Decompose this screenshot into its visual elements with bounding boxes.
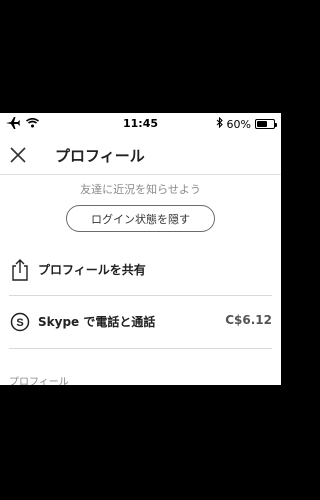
app-screen: 11:45 60% プロフィール 友達に近況を知らせよう ログイン状態を隠す プ… [0, 113, 281, 385]
skype-calling-row[interactable]: S Skype で電話と通話 C$6.12 [0, 296, 281, 348]
share-profile-label: プロフィールを共有 [38, 263, 146, 277]
status-right: 60% [216, 116, 277, 131]
section-label: プロフィール [9, 377, 69, 385]
svg-text:S: S [16, 317, 23, 329]
share-profile-row[interactable]: プロフィールを共有 [0, 244, 281, 296]
battery-icon [255, 119, 277, 129]
bluetooth-icon [216, 116, 223, 131]
battery-fill [257, 121, 267, 127]
nav-header: プロフィール [0, 135, 281, 175]
status-bar: 11:45 60% [0, 113, 281, 135]
close-icon[interactable] [8, 145, 28, 165]
status-hint: 友達に近況を知らせよう [80, 183, 201, 196]
skype-icon: S [10, 310, 30, 334]
skype-credit-value: C$6.12 [225, 313, 272, 327]
skype-calling-label: Skype で電話と通話 [38, 315, 156, 329]
battery-percent: 60% [226, 117, 251, 131]
share-icon [10, 258, 30, 282]
row-divider [9, 348, 272, 349]
hide-login-status-button[interactable]: ログイン状態を隠す [66, 205, 215, 232]
page-title: プロフィール [55, 147, 145, 165]
